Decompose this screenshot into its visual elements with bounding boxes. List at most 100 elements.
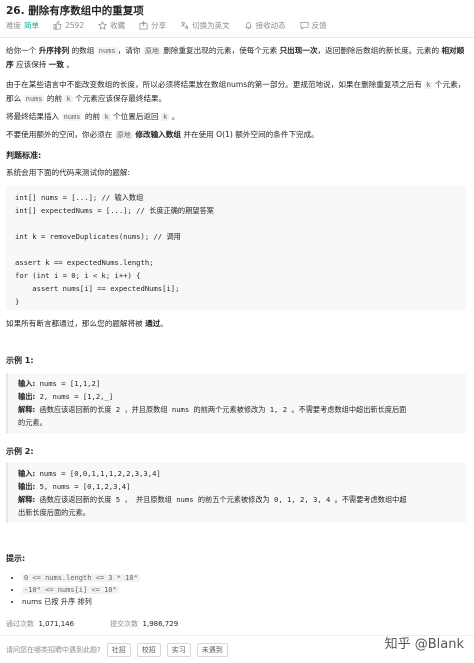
hints-heading: 提示: bbox=[6, 554, 26, 563]
example-2-explain: 解释: 函数应该返回新的长度 5 ， 并且原数组 nums 的前五个元素被修改为… bbox=[18, 495, 407, 505]
text: 。 bbox=[160, 319, 168, 328]
pass-label: 通过次数 bbox=[6, 620, 34, 628]
label: 解释: bbox=[18, 495, 36, 504]
example-2-output: 输出: 5, nums = [0,1,2,3,4] bbox=[18, 482, 130, 492]
star-icon bbox=[98, 21, 108, 30]
text: 并在使用 O(1) 额外空间的条件下完成。 bbox=[180, 130, 319, 139]
text: 个元素应该保存最终结果。 bbox=[72, 94, 167, 103]
hint-code: 0 <= nums.length <= 3 * 10⁴ bbox=[22, 574, 140, 582]
hint-item: nums 已按 升序 排列 bbox=[22, 596, 140, 608]
value: 函数应该返回新的长度 2 ，并且原数组 nums 的前两个元素被修改为 1, 2… bbox=[35, 405, 407, 414]
feedback-icon bbox=[300, 21, 309, 30]
label: 输出: bbox=[18, 482, 36, 491]
in-place-link[interactable]: 原地 bbox=[114, 131, 133, 139]
bell-icon bbox=[244, 22, 252, 30]
favorite-label: 收藏 bbox=[110, 21, 126, 30]
judge-intro: 系统会用下面的代码来测试你的题解: bbox=[6, 168, 131, 177]
text: 个位置后返回 bbox=[110, 112, 162, 121]
hint-code: -10⁴ <= nums[i] <= 10⁴ bbox=[22, 586, 119, 594]
pass-stat: 通过次数 1,071,146 bbox=[6, 619, 74, 629]
like-button[interactable]: 2592 bbox=[53, 21, 84, 30]
submit-stat: 提交次数 1,986,729 bbox=[110, 619, 178, 629]
judge-after-text: 如果所有断言都通过，那么您的题解将被 通过。 bbox=[6, 317, 466, 330]
example-1-block: 输入: nums = [1,1,2] 输出: 2, nums = [1,2,_]… bbox=[6, 373, 466, 433]
inline-code: k bbox=[102, 113, 111, 121]
text: 。 bbox=[169, 112, 180, 121]
campus-hire-button[interactable]: 校招 bbox=[136, 643, 161, 657]
social-hire-button[interactable]: 社招 bbox=[106, 643, 131, 657]
inline-code: nums bbox=[61, 113, 83, 121]
feedback-label: 反馈 bbox=[311, 21, 327, 30]
judge-heading: 判题标准: bbox=[6, 151, 42, 160]
submit-label: 提交次数 bbox=[110, 620, 139, 628]
text: 给你一个 bbox=[6, 46, 39, 55]
share-button[interactable]: 分享 bbox=[139, 20, 166, 31]
text: 的前 bbox=[82, 112, 103, 121]
text: ，返回删除后数组的新长度。元素的 bbox=[317, 46, 442, 55]
description-paragraph-4: 不要使用额外的空间，你必须在 原地 修改输入数组 并在使用 O(1) 额外空间的… bbox=[6, 128, 466, 142]
example-1-explain: 解释: 函数应该返回新的长度 2 ，并且原数组 nums 的前两个元素被修改为 … bbox=[18, 405, 406, 415]
pass-value: 1,071,146 bbox=[38, 620, 75, 628]
example-1-explain-cont: 的元素。 bbox=[18, 418, 47, 427]
in-place-link[interactable]: 原地 bbox=[142, 47, 161, 55]
code-line: } bbox=[15, 297, 20, 306]
text: ，请你 bbox=[117, 46, 143, 55]
example-1-output: 输出: 2, nums = [1,2,_] bbox=[18, 392, 113, 402]
switch-language-label: 切换为英文 bbox=[192, 21, 230, 30]
text: 如果所有断言都通过，那么您的题解将被 bbox=[6, 319, 146, 328]
example-2-explain-cont: 出新长度后面的元素。 bbox=[18, 508, 90, 517]
label: 输入: bbox=[18, 379, 36, 388]
code-line: for (int i = 0; i < k; i++) { bbox=[15, 271, 141, 280]
submit-value: 1,986,729 bbox=[142, 620, 179, 628]
text: 由于在某些语言中不能改变数组的长度，所以必须将结果放在数组nums的第一部分。更… bbox=[6, 80, 425, 89]
description-paragraph-1: 给你一个 升序排列 的数组 nums ，请你 原地 删除重复出现的元素，使每个元素… bbox=[6, 44, 466, 71]
internship-button[interactable]: 实习 bbox=[166, 643, 191, 657]
code-line: assert nums[i] == expectedNums[i]; bbox=[15, 284, 180, 293]
problem-meta-bar: 难度 简单 2592 收藏 分享 切换为英文 接收动态 反馈 bbox=[6, 20, 327, 31]
code-line: int[] expectedNums = [...]; // 长度正确的期望答案 bbox=[15, 206, 214, 215]
switch-language-button[interactable]: 切换为英文 bbox=[180, 20, 230, 31]
description-paragraph-3: 将最终结果插入 nums 的前 k 个位置后返回 k 。 bbox=[6, 110, 466, 124]
favorite-button[interactable]: 收藏 bbox=[98, 20, 125, 31]
submission-stats: 通过次数 1,071,146 提交次数 1,986,729 bbox=[6, 619, 178, 629]
hints-list: 0 <= nums.length <= 3 * 10⁴ -10⁴ <= nums… bbox=[22, 572, 140, 608]
inline-code: nums bbox=[96, 47, 118, 55]
text-bold: 一致 bbox=[48, 60, 64, 69]
value: nums = [0,0,1,1,1,2,2,3,3,4] bbox=[35, 469, 161, 478]
text: 删除重复出现的元素，使每个元素 bbox=[160, 46, 280, 55]
value: 5, nums = [0,1,2,3,4] bbox=[35, 482, 131, 491]
share-icon bbox=[139, 21, 148, 30]
not-encountered-button[interactable]: 未遇到 bbox=[196, 643, 228, 657]
inline-code: k bbox=[64, 95, 73, 103]
header-divider bbox=[0, 37, 474, 38]
label: 输出: bbox=[18, 392, 36, 401]
value: nums = [1,1,2] bbox=[35, 379, 101, 388]
text: 不要使用额外的空间，你必须在 bbox=[6, 130, 115, 139]
difficulty-value: 简单 bbox=[24, 21, 39, 30]
notify-button[interactable]: 接收动态 bbox=[244, 20, 286, 31]
difficulty-label: 难度 bbox=[6, 21, 21, 30]
problem-title: 26. 删除有序数组中的重复项 bbox=[6, 5, 144, 17]
value: 函数应该返回新的长度 5 ， 并且原数组 nums 的前五个元素被修改为 0, … bbox=[35, 495, 407, 504]
interview-survey: 请问您在哪类招聘中遇到此题? 社招 校招 实习 未遇到 bbox=[6, 643, 228, 657]
hint-item: -10⁴ <= nums[i] <= 10⁴ bbox=[22, 584, 140, 596]
text: 的数组 bbox=[69, 46, 97, 55]
judge-code-block: int[] nums = [...]; // 输入数组 int[] expect… bbox=[6, 186, 466, 310]
notify-label: 接收动态 bbox=[255, 21, 286, 30]
translate-icon bbox=[180, 21, 189, 30]
code-line: int k = removeDuplicates(nums); // 调用 bbox=[15, 232, 181, 241]
example-2-heading: 示例 2: bbox=[6, 447, 34, 456]
survey-question: 请问您在哪类招聘中遇到此题? bbox=[6, 646, 101, 654]
value: 2, nums = [1,2,_] bbox=[35, 392, 114, 401]
text-bold: 通过 bbox=[145, 319, 161, 328]
problem-page: 26. 删除有序数组中的重复项 难度 简单 2592 收藏 分享 切换为英文 接… bbox=[0, 0, 474, 663]
text-bold: 升序排列 bbox=[38, 46, 70, 55]
thumbs-up-icon bbox=[53, 21, 62, 30]
text-bold: 修改输入数组 bbox=[132, 130, 181, 139]
watermark: 知乎 @Blank bbox=[384, 637, 464, 652]
text-bold: 只出现一次 bbox=[279, 46, 318, 55]
label: 输入: bbox=[18, 469, 36, 478]
text: 。 bbox=[63, 60, 74, 69]
difficulty: 难度 简单 bbox=[6, 20, 39, 31]
feedback-button[interactable]: 反馈 bbox=[300, 20, 327, 31]
